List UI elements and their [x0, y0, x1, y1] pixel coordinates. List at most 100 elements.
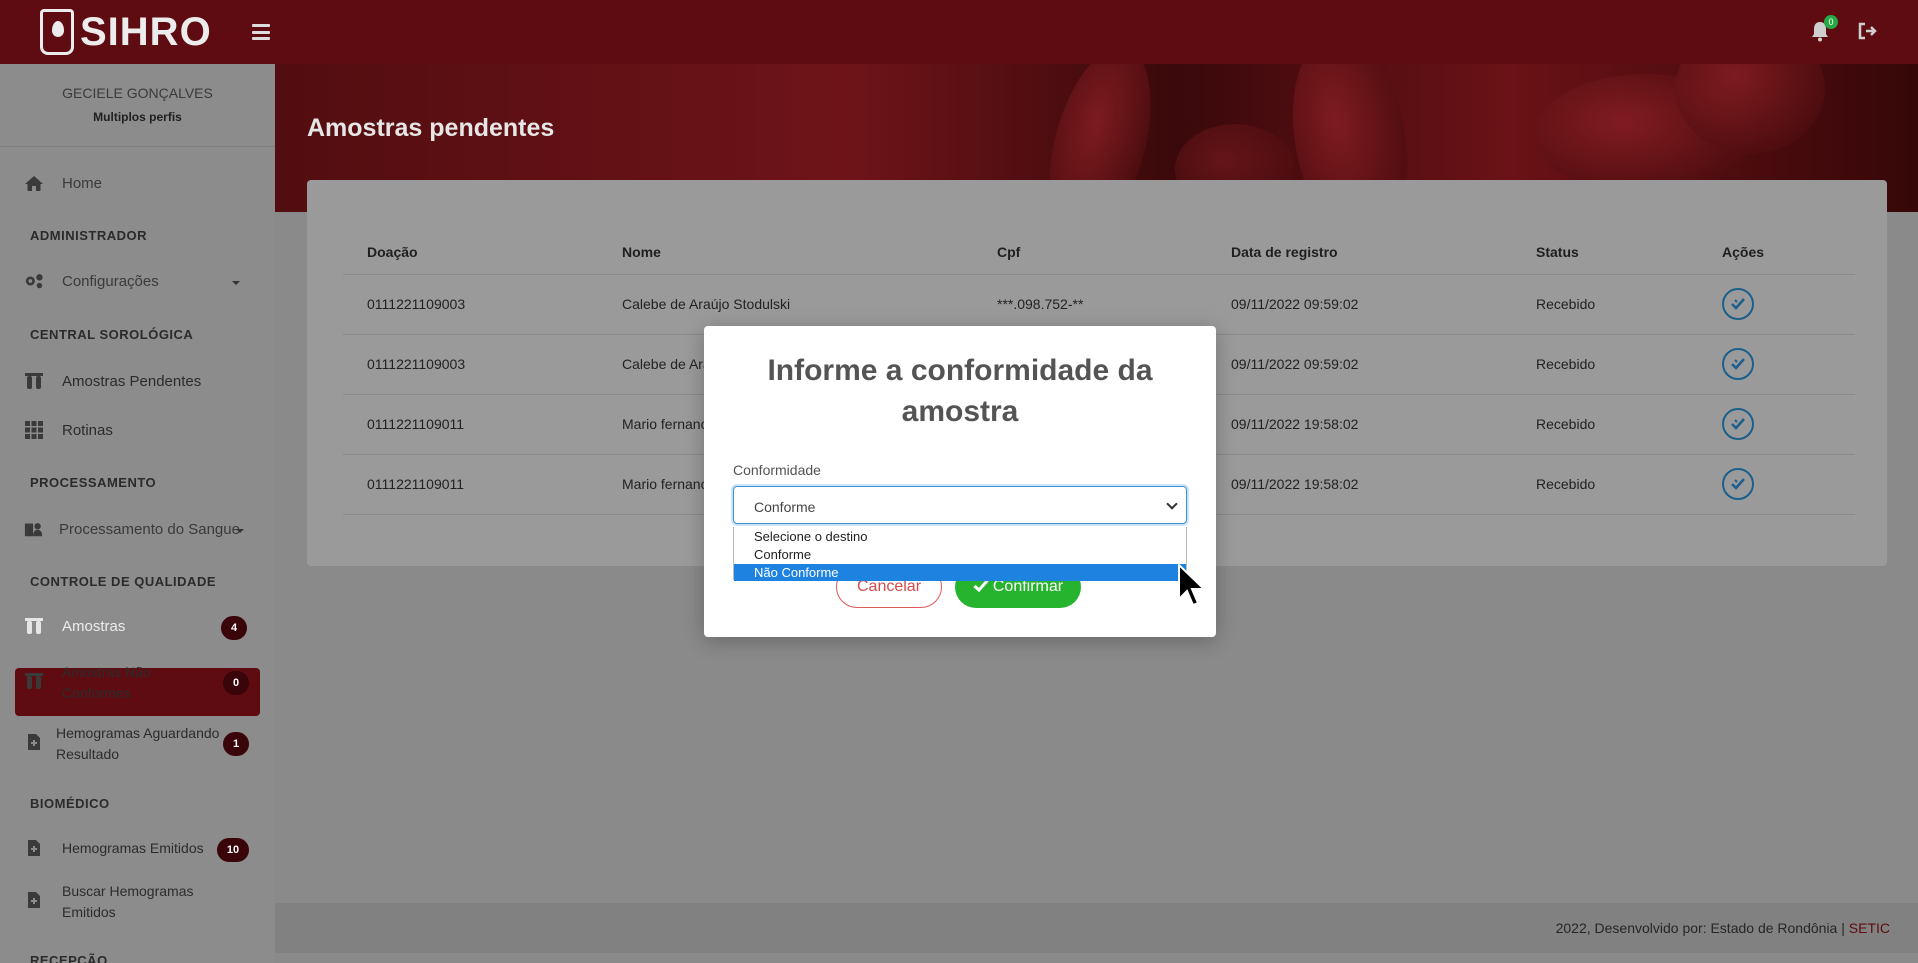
- sidebar-item-home[interactable]: Home: [24, 174, 102, 192]
- cell-data: 09/11/2022 09:59:02: [1231, 296, 1359, 312]
- col-doacao: Doação: [367, 244, 418, 260]
- chevron-down-icon: [232, 281, 240, 285]
- test-tubes-icon: [24, 672, 44, 690]
- sidebar-divider: [0, 146, 275, 147]
- sidebar-item-label: Conformes: [62, 685, 131, 701]
- cell-status: Recebido: [1536, 356, 1596, 372]
- sidebar-item-configuracoes[interactable]: Configurações: [24, 272, 159, 290]
- sidebar-item-label: Home: [62, 174, 103, 192]
- file-medical-icon: [24, 839, 44, 857]
- cell-doacao: 0111221109003: [367, 296, 466, 312]
- footer-text: 2022, Desenvolvido por: Estado de Rondôn…: [1555, 920, 1849, 936]
- logout-icon[interactable]: [1858, 22, 1878, 40]
- sidebar-item-buscar-hemogramas[interactable]: Buscar Hemogramas Emitidos: [24, 881, 194, 923]
- menu-toggle-icon[interactable]: [251, 24, 270, 40]
- amostras-count-badge: 4: [221, 616, 247, 640]
- cell-doacao: 0111221109011: [367, 476, 465, 492]
- sidebar-item-label: Amostras: [62, 617, 126, 635]
- section-processamento: PROCESSAMENTO: [30, 475, 157, 490]
- sidebar: GECIELE GONÇALVES Multiplos perfis Home …: [0, 64, 275, 963]
- col-cpf: Cpf: [997, 244, 1021, 260]
- section-administrador: ADMINISTRADOR: [30, 228, 147, 243]
- gears-icon: [24, 272, 44, 290]
- col-nome: Nome: [622, 244, 661, 260]
- select-value: Conforme: [754, 499, 816, 515]
- cell-nome: Mario fernanc: [622, 476, 708, 492]
- sidebar-item-amostras[interactable]: Amostras: [24, 617, 125, 635]
- action-check-button[interactable]: [1722, 348, 1754, 380]
- cell-data: 09/11/2022 19:58:02: [1231, 416, 1359, 432]
- notification-count-badge: 0: [1824, 15, 1838, 29]
- sidebar-item-label: Configurações: [62, 272, 159, 290]
- page-title: Amostras pendentes: [307, 114, 555, 142]
- section-recepcao: RECEPÇÃO: [30, 953, 108, 963]
- home-icon: [24, 174, 44, 192]
- cell-data: 09/11/2022 19:58:02: [1231, 476, 1359, 492]
- mouse-pointer-icon: [1178, 563, 1207, 607]
- grid-icon: [24, 421, 44, 439]
- cell-status: Recebido: [1536, 296, 1596, 312]
- double-check-icon: [1731, 298, 1745, 310]
- sidebar-item-label: Amostras Não: [62, 664, 151, 680]
- sidebar-item-label: Emitidos: [62, 904, 116, 920]
- sidebar-item-label: Hemogramas Emitidos: [62, 840, 204, 856]
- amostras-nao-conformes-badge: 0: [223, 671, 249, 695]
- conformidade-select[interactable]: Conforme: [733, 486, 1187, 524]
- section-biomedico: BIOMÉDICO: [30, 796, 110, 811]
- sidebar-item-label: Processamento do Sangue: [59, 520, 240, 538]
- file-medical-icon: [24, 891, 44, 909]
- brand-name: SIHRO: [80, 9, 212, 54]
- brand-logo[interactable]: SIHRO: [40, 9, 212, 55]
- user-name: GECIELE GONÇALVES: [62, 85, 213, 101]
- sidebar-item-label: Amostras Pendentes: [62, 372, 202, 390]
- double-check-icon: [1731, 418, 1745, 430]
- chevron-down-icon: [236, 529, 244, 533]
- sidebar-item-processamento-sangue[interactable]: Processamento do Sangue: [24, 520, 240, 538]
- sidebar-item-hemogramas-aguardando[interactable]: Hemogramas Aguardando Resultado: [24, 723, 219, 765]
- cell-nome: Calebe de Ara: [622, 356, 711, 372]
- hemogramas-emitidos-badge: 10: [217, 838, 249, 862]
- conformidade-options-list: Selecione o destino Conforme Não Conform…: [733, 527, 1187, 581]
- action-check-button[interactable]: [1722, 468, 1754, 500]
- footer-link-setic[interactable]: SETIC: [1849, 920, 1890, 936]
- option-conforme[interactable]: Conforme: [734, 546, 1186, 563]
- section-controle-qualidade: CONTROLE DE QUALIDADE: [30, 574, 216, 589]
- file-medical-icon: [24, 733, 44, 751]
- sidebar-item-amostras-pendentes[interactable]: Amostras Pendentes: [24, 372, 201, 390]
- option-selecione[interactable]: Selecione o destino: [734, 528, 1186, 545]
- conformity-modal: Informe a conformidade da amostra Confor…: [704, 326, 1216, 637]
- users-cog-icon: [24, 520, 44, 538]
- chevron-down-icon: [1166, 498, 1178, 510]
- cell-nome: Calebe de Araújo Stodulski: [622, 296, 791, 312]
- cell-nome: Mario fernanc: [622, 416, 708, 432]
- cell-doacao: 0111221109003: [367, 356, 466, 372]
- col-data: Data de registro: [1231, 244, 1338, 260]
- col-acoes: Ações: [1722, 244, 1765, 260]
- sidebar-item-label: Hemogramas Aguardando: [56, 725, 220, 741]
- hemogramas-aguardando-badge: 1: [223, 732, 249, 756]
- notifications-button[interactable]: 0: [1810, 15, 1838, 42]
- action-check-button[interactable]: [1722, 288, 1754, 320]
- sidebar-item-label: Rotinas: [62, 421, 113, 439]
- sidebar-item-rotinas[interactable]: Rotinas: [24, 421, 113, 439]
- cell-data: 09/11/2022 09:59:02: [1231, 356, 1359, 372]
- top-bar: SIHRO 0: [0, 0, 1918, 64]
- action-check-button[interactable]: [1722, 408, 1754, 440]
- test-tubes-icon: [24, 617, 44, 635]
- col-status: Status: [1536, 244, 1579, 260]
- footer: 2022, Desenvolvido por: Estado de Rondôn…: [275, 903, 1918, 953]
- test-tubes-icon: [24, 372, 44, 390]
- conformidade-label: Conformidade: [733, 462, 821, 478]
- section-central-sorologica: CENTRAL SOROLÓGICA: [30, 327, 194, 342]
- modal-title: Informe a conformidade da amostra: [767, 354, 1153, 428]
- cell-cpf: ***.098.752-**: [997, 296, 1084, 312]
- option-nao-conforme[interactable]: Não Conforme: [734, 564, 1186, 581]
- sidebar-item-label: Resultado: [56, 746, 120, 762]
- double-check-icon: [1731, 478, 1745, 490]
- cell-status: Recebido: [1536, 476, 1596, 492]
- sidebar-item-amostras-nao-conformes[interactable]: Amostras Não Conformes: [24, 662, 151, 704]
- cell-status: Recebido: [1536, 416, 1596, 432]
- sidebar-item-hemogramas-emitidos[interactable]: Hemogramas Emitidos: [24, 839, 204, 857]
- blood-drop-icon: [40, 9, 74, 55]
- cell-doacao: 0111221109011: [367, 416, 465, 432]
